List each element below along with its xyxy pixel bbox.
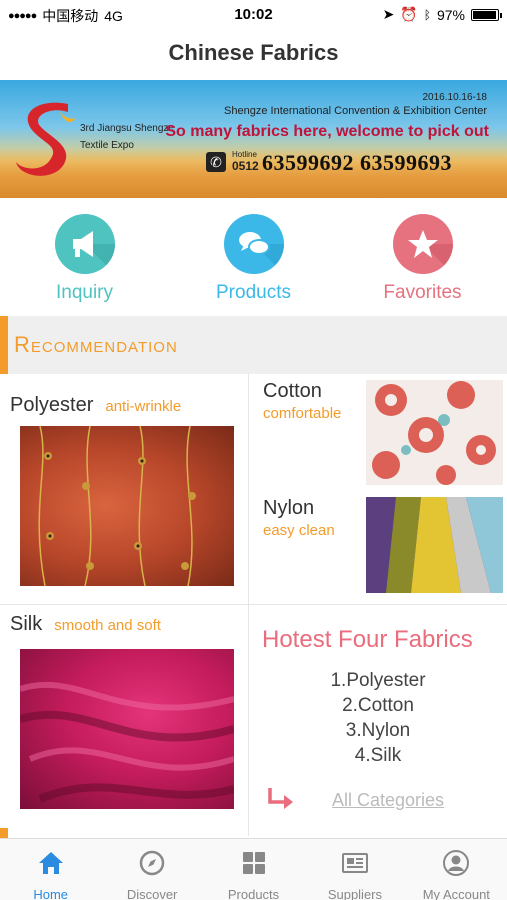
list-item[interactable]: 2.Cotton (249, 693, 507, 718)
silk-image (20, 649, 234, 809)
phone-icon: ✆ (206, 151, 226, 172)
fabric-card-silk[interactable]: Silk smooth and soft (0, 605, 248, 836)
tab-discover[interactable]: Discover (101, 839, 202, 900)
quick-action-favorites[interactable]: Favorites (338, 198, 507, 316)
bluetooth-icon: ᛒ (423, 7, 431, 22)
section-accent (0, 828, 8, 838)
expo-name-line1: 3rd Jiangsu Shengze (80, 123, 174, 134)
tab-suppliers[interactable]: Suppliers (304, 839, 405, 900)
page-title: Chinese Fabrics (168, 40, 339, 65)
chat-bubbles-icon (223, 214, 284, 274)
quick-action-label: Favorites (383, 282, 462, 303)
fabric-name: Polyester (10, 394, 94, 416)
hotline-area-code: 0512 (232, 159, 259, 173)
fabric-name: Cotton (263, 380, 322, 402)
hotline-numbers: 63599692 63599693 (262, 150, 452, 175)
fabric-name: Nylon (263, 497, 315, 519)
recommendation-title: Recommendation (14, 332, 178, 357)
status-bar: ●●●●● 中国移动 4G 10:02 ➤ ⏰ ᛒ 97% (0, 0, 507, 28)
megaphone-icon (54, 214, 115, 274)
tab-label: Products (227, 887, 280, 900)
tab-label: My Account (422, 887, 490, 900)
quick-action-products[interactable]: Products (169, 198, 338, 316)
fabric-card-nylon[interactable]: Nylon easy clean (249, 489, 507, 604)
star-icon (392, 214, 453, 274)
battery-percent: 97% (436, 6, 465, 23)
hotest-title: Hotest Four Fabrics (262, 626, 473, 653)
compass-icon (139, 850, 165, 876)
fabric-tag: anti-wrinkle (105, 398, 182, 415)
home-icon (38, 852, 63, 874)
user-icon (443, 850, 470, 876)
tab-label: Home (33, 887, 69, 900)
list-item[interactable]: 3.Nylon (249, 718, 507, 743)
battery-icon (471, 8, 502, 21)
grid-divider (249, 604, 507, 605)
hotline-label: Hotline (232, 150, 257, 159)
expo-venue: Shengze International Convention & Exhib… (224, 105, 487, 117)
expo-logo-icon (16, 102, 76, 176)
fabric-card-cotton[interactable]: Cotton comfortable (249, 374, 507, 489)
hotest-list: 1.Polyester 2.Cotton 3.Nylon 4.Silk (249, 668, 507, 768)
newspaper-icon (341, 853, 368, 873)
hotline: ✆ Hotline 0512 (206, 150, 259, 173)
expo-slogan: So many fabrics here, welcome to pick ou… (165, 123, 489, 140)
fabric-tag: comfortable (263, 405, 342, 422)
turn-right-arrow-icon (268, 788, 293, 809)
cotton-image (366, 380, 503, 485)
expo-name: 3rd Jiangsu Shengze Textile Expo (80, 120, 174, 154)
tab-home[interactable]: Home (0, 839, 101, 900)
nylon-image (366, 497, 503, 593)
tab-label: Discover (126, 887, 178, 900)
polyester-image (20, 426, 234, 586)
quick-actions: Inquiry Products Favorites (0, 198, 507, 316)
all-categories-link[interactable]: All Categories (332, 790, 444, 811)
tab-bar: Home Discover Products Suppliers My Acco… (0, 838, 507, 900)
fabric-tag: easy clean (263, 522, 335, 539)
fabric-card-polyester[interactable]: Polyester anti-wrinkle (0, 374, 248, 604)
nav-bar: Chinese Fabrics (0, 28, 507, 80)
recommendation-header: Recommendation (0, 316, 507, 374)
grid-icon (242, 852, 265, 874)
quick-action-label: Inquiry (55, 282, 114, 303)
tab-my-account[interactable]: My Account (406, 839, 507, 900)
quick-action-inquiry[interactable]: Inquiry (0, 198, 169, 316)
fabric-name: Silk (10, 613, 43, 635)
alarm-icon: ⏰ (400, 6, 418, 22)
tab-label: Suppliers (327, 887, 383, 900)
quick-action-label: Products (216, 282, 291, 303)
fabric-tag: smooth and soft (54, 617, 161, 634)
list-item[interactable]: 4.Silk (249, 743, 507, 768)
expo-name-line2: Textile Expo (80, 140, 134, 151)
list-item[interactable]: 1.Polyester (249, 668, 507, 693)
expo-banner[interactable]: 3rd Jiangsu Shengze Textile Expo 2016.10… (0, 80, 507, 198)
location-icon: ➤ (382, 6, 395, 22)
tab-products[interactable]: Products (203, 839, 304, 900)
expo-date: 2016.10.16-18 (422, 92, 487, 103)
